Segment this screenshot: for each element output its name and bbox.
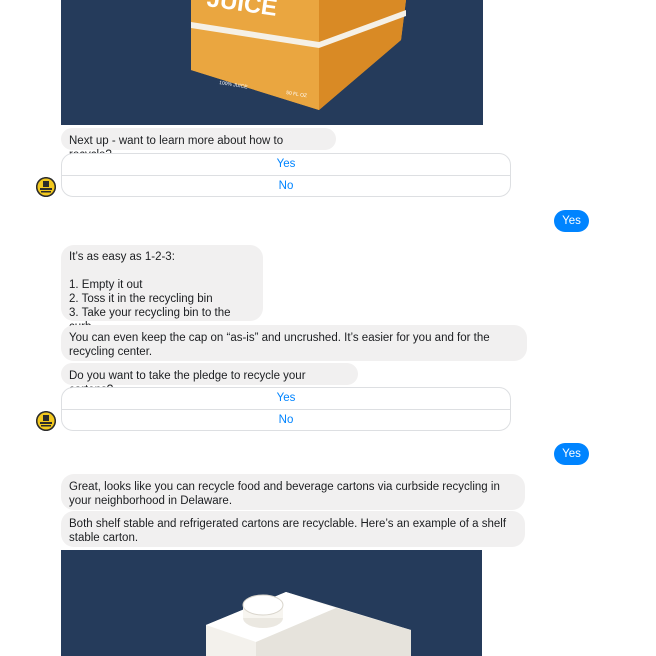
carton-council-logo-icon[interactable] — [36, 177, 56, 197]
bot-message-curbside: Great, looks like you can recycle food a… — [61, 474, 525, 510]
bot-message-learn-more: Next up - want to learn more about how t… — [61, 128, 336, 161]
quick-reply-yes-button[interactable]: Yes — [62, 388, 510, 409]
quick-reply-no-button[interactable]: No — [62, 176, 510, 196]
step-item: 2. Toss it in the recycling bin — [69, 293, 213, 305]
quick-reply-group-1: Yes No — [61, 153, 511, 197]
bot-message-steps: It’s as easy as 1-2-3: 1. Empty it out 2… — [61, 245, 263, 333]
message-text: You can even keep the cap on “as-is” and… — [69, 332, 490, 358]
quick-reply-group-2: Yes No — [61, 387, 511, 431]
quick-reply-no-button[interactable]: No — [62, 410, 510, 430]
message-text: Both shelf stable and refrigerated carto… — [69, 518, 507, 544]
shelf-stable-carton-image[interactable] — [61, 550, 482, 656]
bot-message-shelf-stable: Both shelf stable and refrigerated carto… — [61, 511, 525, 547]
user-message-yes: Yes — [554, 443, 589, 465]
quick-reply-yes-button[interactable]: Yes — [62, 154, 510, 175]
juice-carton-image[interactable]: JUICE 100% JUICE 50 FL OZ — [61, 0, 483, 125]
steps-title: It’s as easy as 1-2-3: — [69, 251, 175, 263]
user-message-yes: Yes — [554, 210, 589, 232]
carton-council-logo-icon[interactable] — [36, 411, 56, 431]
bot-message-cap-note: You can even keep the cap on “as-is” and… — [61, 325, 527, 361]
message-text: Great, looks like you can recycle food a… — [69, 481, 500, 507]
step-item: 1. Empty it out — [69, 279, 143, 291]
bot-message-pledge: Do you want to take the pledge to recycl… — [61, 363, 358, 396]
